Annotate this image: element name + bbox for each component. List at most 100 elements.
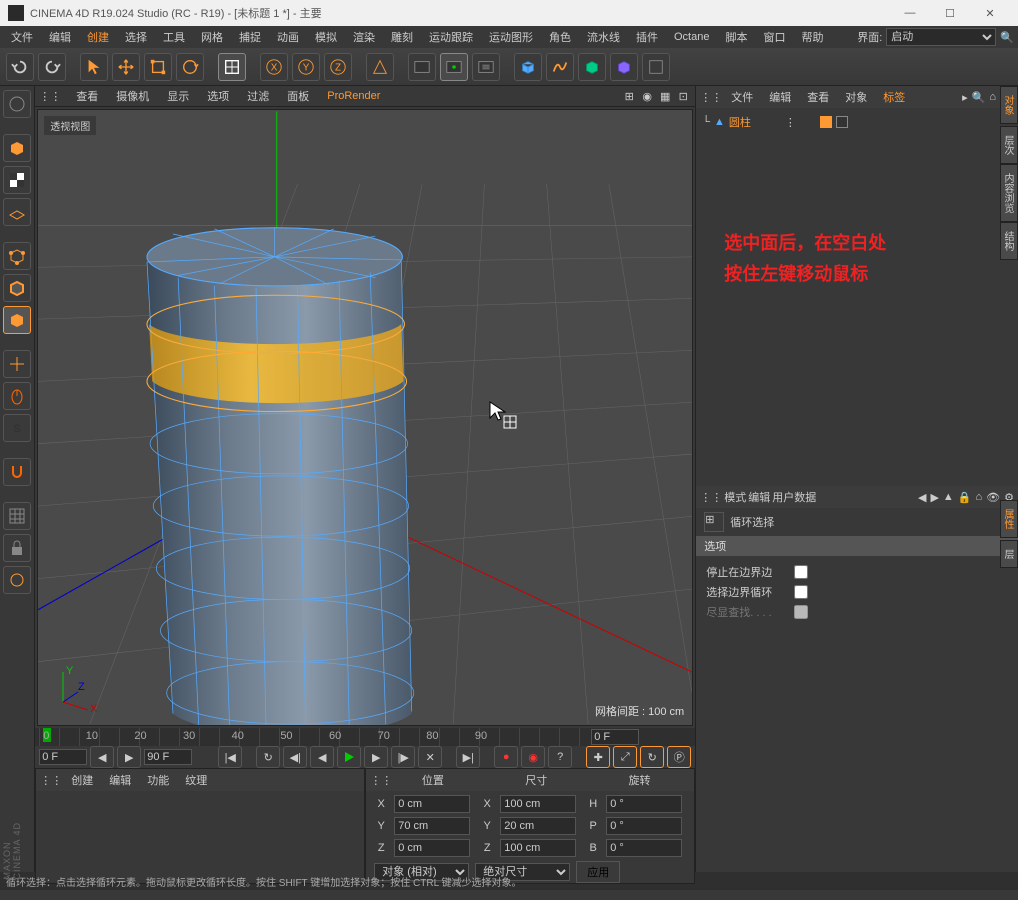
key-pos-button[interactable]: ✚ [586, 746, 610, 768]
object-item-cylinder[interactable]: └ ▲ 圆柱 ⋮ [700, 112, 1014, 132]
attr-lock-icon[interactable]: 🔒 [958, 491, 972, 504]
move-tool[interactable] [112, 53, 140, 81]
vp-menu-选项[interactable]: 选项 [200, 86, 236, 106]
attr-up-icon[interactable]: ▲ [943, 491, 954, 504]
vp-menu-过滤[interactable]: 过滤 [240, 86, 276, 106]
coord-1-v2[interactable] [500, 817, 576, 835]
point-mode-button[interactable] [3, 242, 31, 270]
side-tab2-层[interactable]: 层 [1000, 540, 1018, 568]
primitive-cube-button[interactable] [514, 53, 542, 81]
layout-search-icon[interactable]: 🔍 [1000, 31, 1014, 44]
mat-menu-创建[interactable]: 创建 [64, 770, 100, 790]
key-param-button[interactable]: Ⓟ [667, 746, 691, 768]
menu-动画[interactable]: 动画 [270, 27, 306, 47]
vp-menu-显示[interactable]: 显示 [160, 86, 196, 106]
close-button[interactable]: ✕ [970, 0, 1010, 26]
generator-button[interactable] [578, 53, 606, 81]
polygon-mode-button[interactable] [3, 306, 31, 334]
attr-check-选择边界循环[interactable] [794, 585, 808, 599]
axis-x-button[interactable]: X [260, 53, 288, 81]
menu-网格[interactable]: 网格 [194, 27, 230, 47]
alt-button[interactable]: ✕ [418, 746, 442, 768]
texture-mode-button[interactable] [3, 166, 31, 194]
vp-menu-查看[interactable]: 查看 [69, 86, 105, 106]
loop-select-tool[interactable] [218, 53, 246, 81]
coord-1-v3[interactable] [606, 817, 682, 835]
spline-button[interactable] [546, 53, 574, 81]
vp-icon-1[interactable]: ⊞ [621, 88, 637, 104]
make-editable-button[interactable] [3, 90, 31, 118]
scale-tool[interactable] [144, 53, 172, 81]
frame-end-input[interactable] [144, 749, 192, 765]
vp-icon-2[interactable]: ◉ [639, 88, 655, 104]
menu-编辑[interactable]: 编辑 [42, 27, 78, 47]
menu-选择[interactable]: 选择 [118, 27, 154, 47]
prev-key-button[interactable]: ◀| [283, 746, 307, 768]
tree-expand-icon[interactable]: └ [702, 116, 710, 128]
menu-插件[interactable]: 插件 [629, 27, 665, 47]
menu-运动跟踪[interactable]: 运动跟踪 [422, 27, 480, 47]
range-prev-button[interactable]: ◀ [90, 746, 114, 768]
vp-menu-摄像机[interactable]: 摄像机 [109, 86, 156, 106]
axis-y-button[interactable]: Y [292, 53, 320, 81]
vp-icon-4[interactable]: ⊡ [675, 88, 691, 104]
key-options-button[interactable]: ? [548, 746, 572, 768]
goto-end-button[interactable]: ▶| [456, 746, 480, 768]
obj-search-icon[interactable]: 🔍 [972, 91, 986, 104]
maximize-button[interactable]: ☐ [930, 0, 970, 26]
deformer-button[interactable] [610, 53, 638, 81]
coord-1-v1[interactable] [394, 817, 470, 835]
coord-0-v2[interactable] [500, 795, 576, 813]
menu-窗口[interactable]: 窗口 [756, 27, 792, 47]
side-tab-层次[interactable]: 层次 [1000, 126, 1018, 164]
menu-文件[interactable]: 文件 [4, 27, 40, 47]
side-tab-结构[interactable]: 结构 [1000, 222, 1018, 260]
more-button[interactable] [642, 53, 670, 81]
menu-Octane[interactable]: Octane [667, 29, 716, 45]
workplane-button[interactable] [3, 198, 31, 226]
object-tree[interactable]: └ ▲ 圆柱 ⋮ 选中面后，在空白处 按住左键移动鼠标 [696, 108, 1018, 486]
render-picture-button[interactable] [440, 53, 468, 81]
menu-雕刻[interactable]: 雕刻 [384, 27, 420, 47]
attr-menu-编辑[interactable]: 编辑 [748, 489, 770, 505]
coord-2-v3[interactable] [606, 839, 682, 857]
attr-home-icon[interactable]: ⌂ [976, 491, 983, 504]
coord-apply-button[interactable]: 应用 [576, 861, 620, 883]
attr-menu-用户数据[interactable]: 用户数据 [772, 489, 816, 505]
prev-frame-button[interactable]: ◀ [310, 746, 334, 768]
attr-check-停止在边界边[interactable] [794, 565, 808, 579]
menu-运动图形[interactable]: 运动图形 [482, 27, 540, 47]
redo-button[interactable] [38, 53, 66, 81]
axis-z-button[interactable]: Z [324, 53, 352, 81]
edge-mode-button[interactable] [3, 274, 31, 302]
minimize-button[interactable]: — [890, 0, 930, 26]
render-view-button[interactable] [408, 53, 436, 81]
menu-创建[interactable]: 创建 [80, 27, 116, 47]
select-tool[interactable] [80, 53, 108, 81]
timeline[interactable]: 0102030405060708090 [35, 728, 695, 746]
next-key-button[interactable]: |▶ [391, 746, 415, 768]
record-button[interactable]: ● [494, 746, 518, 768]
side-tab2-属性[interactable]: 属性 [1000, 500, 1018, 538]
menu-渲染[interactable]: 渲染 [346, 27, 382, 47]
magnet-button[interactable] [3, 458, 31, 486]
vp-icon-3[interactable]: ▦ [657, 88, 673, 104]
frame-current-input[interactable] [591, 729, 639, 745]
range-next-button[interactable]: ▶ [117, 746, 141, 768]
menu-脚本[interactable]: 脚本 [718, 27, 754, 47]
coord-0-v3[interactable] [606, 795, 682, 813]
viewport[interactable]: 透视视图 [37, 109, 693, 726]
coord-2-v2[interactable] [500, 839, 576, 857]
obj-nav-icon[interactable]: ▸ [962, 91, 968, 104]
menu-捕捉[interactable]: 捕捉 [232, 27, 268, 47]
menu-模拟[interactable]: 模拟 [308, 27, 344, 47]
axis-button[interactable] [3, 350, 31, 378]
obj-menu-查看[interactable]: 查看 [800, 87, 836, 107]
undo-button[interactable] [6, 53, 34, 81]
frame-start-input[interactable] [39, 749, 87, 765]
menu-工具[interactable]: 工具 [156, 27, 192, 47]
menu-角色[interactable]: 角色 [542, 27, 578, 47]
mat-menu-功能[interactable]: 功能 [140, 770, 176, 790]
goto-start-button[interactable]: |◀ [218, 746, 242, 768]
mat-menu-编辑[interactable]: 编辑 [102, 770, 138, 790]
